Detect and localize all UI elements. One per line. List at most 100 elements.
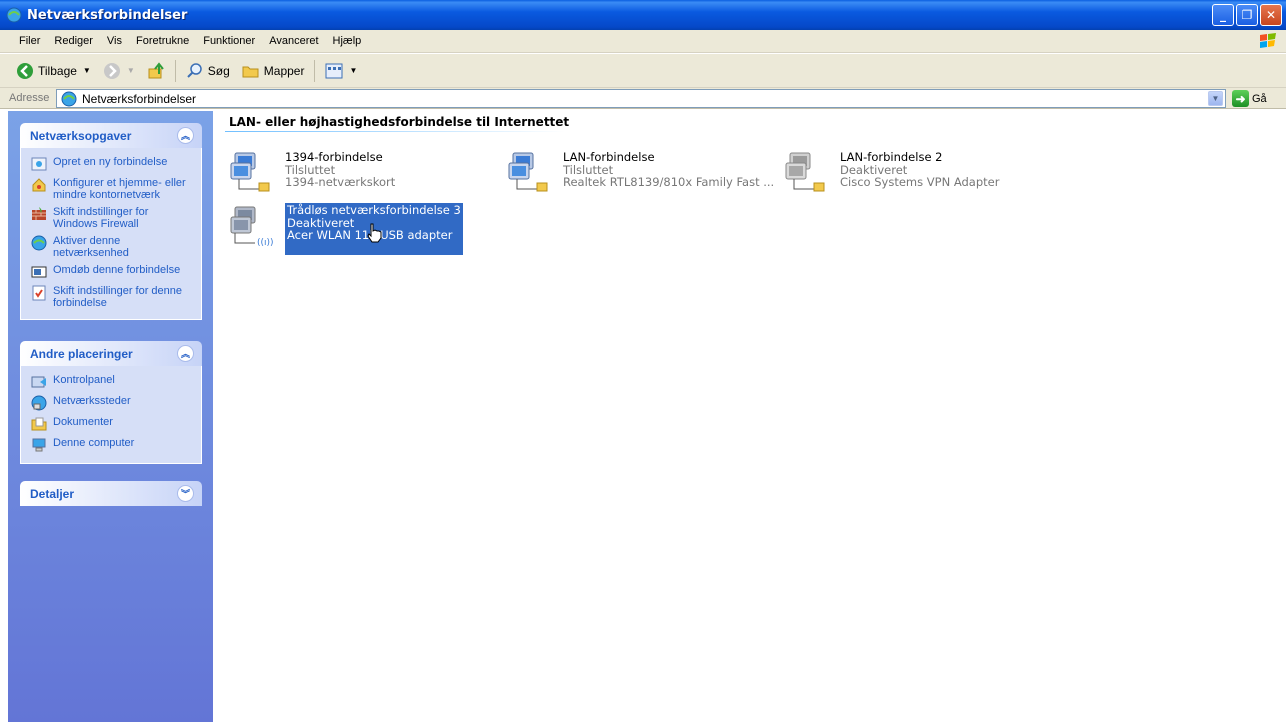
- firewall-icon: [32, 207, 46, 220]
- back-label: Tilbage: [38, 63, 77, 78]
- place-label: Denne computer: [53, 437, 135, 449]
- group-divider: [225, 131, 565, 132]
- connection-item-selected[interactable]: ((ı)) Trådløs netværksforbindelse 3 Deak…: [229, 203, 463, 255]
- network-connections-icon: [61, 91, 77, 106]
- task-rename-connection[interactable]: Omdøb denne forbindelse: [31, 264, 193, 280]
- address-input[interactable]: Netværksforbindelser ▼: [56, 89, 1226, 108]
- restore-button[interactable]: ❐: [1236, 4, 1258, 26]
- svg-text:((ı)): ((ı)): [257, 238, 274, 248]
- connection-item[interactable]: LAN-forbindelse 2 Deaktiveret Cisco Syst…: [784, 149, 999, 201]
- search-label: Søg: [207, 63, 230, 78]
- properties-icon: [32, 285, 46, 301]
- collapse-chevron-icon[interactable]: ︽: [177, 345, 194, 362]
- forward-arrow-icon: [103, 62, 120, 79]
- back-button[interactable]: Tilbage ▼: [10, 58, 97, 84]
- task-label: Konfigurer et hjemme- eller mindre konto…: [53, 177, 186, 201]
- go-label: Gå: [1252, 92, 1267, 105]
- window-title: Netværksforbindelser: [27, 7, 188, 23]
- network-connections-icon: [6, 7, 22, 23]
- details-header[interactable]: Detaljer ︾: [20, 481, 202, 506]
- collapse-chevron-icon[interactable]: ︽: [177, 127, 194, 144]
- task-label: Aktiver denne netværksenhed: [53, 235, 129, 259]
- rename-icon: [31, 266, 47, 278]
- other-places-header[interactable]: Andre placeringer ︽: [20, 341, 202, 366]
- place-my-computer[interactable]: Denne computer: [31, 437, 193, 453]
- details-title: Detaljer: [30, 486, 75, 501]
- content-area: LAN- eller højhastighedsforbindelse til …: [213, 111, 1286, 722]
- computer-icon: [32, 438, 46, 452]
- place-control-panel[interactable]: Kontrolpanel: [31, 374, 193, 390]
- go-arrow-icon: ➜: [1232, 90, 1249, 107]
- back-arrow-icon: [17, 62, 33, 79]
- forward-button[interactable]: ▼: [97, 58, 141, 84]
- network-tasks-body: Opret en ny forbindelse Konfigurer et hj…: [20, 148, 202, 320]
- other-places-panel: Andre placeringer ︽ Kontrolpanel Netværk…: [20, 341, 202, 464]
- documents-folder-icon: [31, 417, 47, 431]
- views-dropdown-icon[interactable]: ▼: [349, 66, 357, 75]
- new-connection-icon: [31, 157, 47, 171]
- task-enable-device[interactable]: Aktiver denne netværksenhed: [31, 235, 193, 259]
- menu-file[interactable]: Filer: [12, 35, 47, 47]
- network-places-icon: [31, 395, 47, 411]
- connection-text: LAN-forbindelse 2 Deaktiveret Cisco Syst…: [840, 149, 999, 201]
- connection-device: Cisco Systems VPN Adapter: [840, 175, 1000, 189]
- place-label: Dokumenter: [53, 416, 113, 428]
- back-dropdown-icon[interactable]: ▼: [83, 66, 91, 75]
- home-network-icon: [32, 178, 46, 192]
- task-firewall-settings[interactable]: Skift indstillinger for Windows Firewall: [31, 206, 193, 230]
- task-label: Skift indstillinger for Windows Firewall: [53, 206, 149, 230]
- folder-up-icon: [148, 61, 164, 78]
- task-pane: Netværksopgaver ︽ Opret en ny forbindels…: [8, 111, 213, 722]
- group-title: LAN- eller højhastighedsforbindelse til …: [229, 115, 570, 129]
- connection-name: 1394-forbindelse: [285, 150, 383, 164]
- views-button[interactable]: ▼: [319, 58, 363, 84]
- folders-icon: [242, 66, 259, 77]
- folders-label: Mapper: [263, 63, 305, 78]
- task-create-connection[interactable]: Opret en ny forbindelse: [31, 156, 193, 172]
- menu-bar: Filer Rediger Vis Foretrukne Funktioner …: [0, 30, 1286, 53]
- task-setup-home-network[interactable]: Konfigurer et hjemme- eller mindre konto…: [31, 177, 193, 201]
- connection-device: 1394-netværkskort: [285, 175, 396, 189]
- up-button[interactable]: [141, 58, 171, 84]
- folders-button[interactable]: Mapper: [236, 58, 311, 84]
- network-tasks-panel: Netværksopgaver ︽ Opret en ny forbindels…: [20, 123, 202, 320]
- windows-logo-icon: [1260, 33, 1276, 48]
- views-icon: [325, 63, 343, 78]
- lan-connection-disabled-icon: [785, 152, 825, 192]
- wireless-connection-icon: ((ı)): [230, 206, 274, 248]
- network-tasks-header[interactable]: Netværksopgaver ︽: [20, 123, 202, 148]
- connection-text: 1394-forbindelse Tilsluttet 1394-netværk…: [285, 149, 395, 201]
- task-label: Skift indstillinger for denne forbindels…: [53, 285, 183, 309]
- task-connection-settings[interactable]: Skift indstillinger for denne forbindels…: [31, 285, 193, 309]
- place-documents[interactable]: Dokumenter: [31, 416, 193, 432]
- place-network-places[interactable]: Netværkssteder: [31, 395, 193, 411]
- address-dropdown-icon[interactable]: ▼: [1208, 91, 1223, 106]
- connection-name: LAN-forbindelse: [563, 150, 655, 164]
- menu-help[interactable]: Hjælp: [326, 35, 369, 47]
- hand-cursor-icon: [367, 223, 382, 243]
- task-label: Opret en ny forbindelse: [53, 156, 168, 168]
- connection-item[interactable]: 1394-forbindelse Tilsluttet 1394-netværk…: [229, 149, 395, 201]
- search-button[interactable]: Søg: [180, 58, 236, 84]
- forward-dropdown-icon[interactable]: ▼: [127, 66, 135, 75]
- connection-item[interactable]: LAN-forbindelse Tilsluttet Realtek RTL81…: [507, 149, 774, 201]
- connection-name: LAN-forbindelse 2: [840, 150, 943, 164]
- minimize-button[interactable]: _: [1212, 4, 1234, 26]
- menu-favorites[interactable]: Foretrukne: [129, 35, 196, 47]
- go-button[interactable]: ➜ Gå: [1232, 90, 1267, 107]
- address-label: Adresse: [9, 92, 50, 104]
- title-bar: Netværksforbindelser _ ❐ ✕: [0, 0, 1286, 30]
- expand-chevron-icon[interactable]: ︾: [177, 485, 194, 502]
- menu-advanced[interactable]: Avanceret: [262, 35, 325, 47]
- search-icon: [187, 62, 202, 78]
- place-label: Kontrolpanel: [53, 374, 115, 386]
- menu-edit[interactable]: Rediger: [47, 35, 100, 47]
- menu-view[interactable]: Vis: [100, 35, 129, 47]
- close-button[interactable]: ✕: [1260, 4, 1282, 26]
- network-device-icon: [31, 235, 47, 251]
- menu-tools[interactable]: Funktioner: [196, 35, 262, 47]
- other-places-title: Andre placeringer: [30, 346, 133, 361]
- toolbar-separator: [314, 59, 316, 82]
- connection-device: Realtek RTL8139/810x Family Fast ...: [563, 175, 775, 189]
- address-bar: Adresse Netværksforbindelser ▼ ➜ Gå: [0, 88, 1286, 109]
